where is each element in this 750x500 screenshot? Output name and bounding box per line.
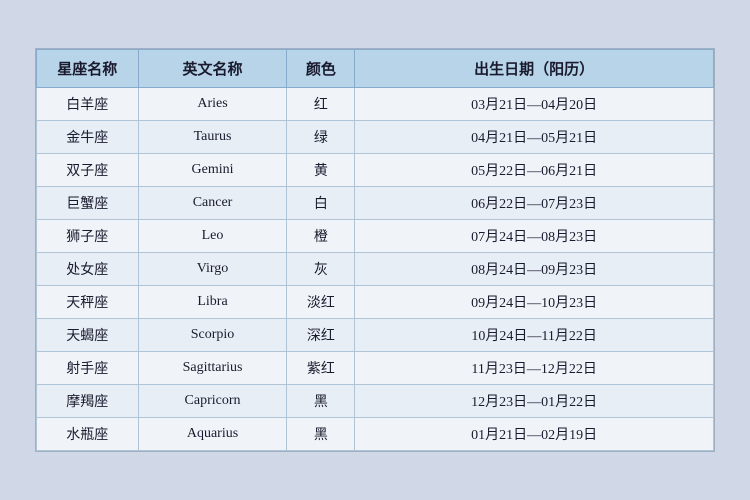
- cell-color: 紫红: [287, 352, 355, 385]
- cell-color: 白: [287, 187, 355, 220]
- cell-color: 淡红: [287, 286, 355, 319]
- table-row: 金牛座Taurus绿04月21日—05月21日: [37, 121, 714, 154]
- cell-english: Cancer: [138, 187, 287, 220]
- cell-english: Sagittarius: [138, 352, 287, 385]
- cell-date: 09月24日—10月23日: [355, 286, 714, 319]
- cell-color: 灰: [287, 253, 355, 286]
- cell-date: 05月22日—06月21日: [355, 154, 714, 187]
- cell-color: 绿: [287, 121, 355, 154]
- cell-chinese: 水瓶座: [37, 418, 139, 451]
- cell-date: 04月21日—05月21日: [355, 121, 714, 154]
- cell-date: 08月24日—09月23日: [355, 253, 714, 286]
- table-row: 双子座Gemini黄05月22日—06月21日: [37, 154, 714, 187]
- cell-color: 红: [287, 88, 355, 121]
- cell-chinese: 狮子座: [37, 220, 139, 253]
- table-row: 狮子座Leo橙07月24日—08月23日: [37, 220, 714, 253]
- cell-chinese: 摩羯座: [37, 385, 139, 418]
- cell-chinese: 双子座: [37, 154, 139, 187]
- table-row: 天秤座Libra淡红09月24日—10月23日: [37, 286, 714, 319]
- cell-english: Virgo: [138, 253, 287, 286]
- table-row: 水瓶座Aquarius黑01月21日—02月19日: [37, 418, 714, 451]
- table-row: 射手座Sagittarius紫红11月23日—12月22日: [37, 352, 714, 385]
- cell-english: Aries: [138, 88, 287, 121]
- cell-english: Scorpio: [138, 319, 287, 352]
- cell-chinese: 白羊座: [37, 88, 139, 121]
- table-row: 摩羯座Capricorn黑12月23日—01月22日: [37, 385, 714, 418]
- cell-english: Capricorn: [138, 385, 287, 418]
- cell-color: 黑: [287, 385, 355, 418]
- cell-date: 06月22日—07月23日: [355, 187, 714, 220]
- cell-color: 深红: [287, 319, 355, 352]
- cell-date: 12月23日—01月22日: [355, 385, 714, 418]
- table-row: 处女座Virgo灰08月24日—09月23日: [37, 253, 714, 286]
- header-date: 出生日期（阳历）: [355, 50, 714, 88]
- table-row: 巨蟹座Cancer白06月22日—07月23日: [37, 187, 714, 220]
- header-english: 英文名称: [138, 50, 287, 88]
- cell-chinese: 金牛座: [37, 121, 139, 154]
- zodiac-table: 星座名称 英文名称 颜色 出生日期（阳历） 白羊座Aries红03月21日—04…: [36, 49, 714, 451]
- cell-color: 黑: [287, 418, 355, 451]
- cell-chinese: 巨蟹座: [37, 187, 139, 220]
- cell-english: Taurus: [138, 121, 287, 154]
- header-chinese: 星座名称: [37, 50, 139, 88]
- cell-english: Leo: [138, 220, 287, 253]
- cell-date: 10月24日—11月22日: [355, 319, 714, 352]
- cell-chinese: 天蝎座: [37, 319, 139, 352]
- table-row: 白羊座Aries红03月21日—04月20日: [37, 88, 714, 121]
- cell-date: 11月23日—12月22日: [355, 352, 714, 385]
- cell-chinese: 处女座: [37, 253, 139, 286]
- cell-color: 黄: [287, 154, 355, 187]
- cell-english: Aquarius: [138, 418, 287, 451]
- cell-chinese: 射手座: [37, 352, 139, 385]
- cell-date: 03月21日—04月20日: [355, 88, 714, 121]
- cell-date: 07月24日—08月23日: [355, 220, 714, 253]
- cell-date: 01月21日—02月19日: [355, 418, 714, 451]
- cell-english: Gemini: [138, 154, 287, 187]
- cell-chinese: 天秤座: [37, 286, 139, 319]
- zodiac-table-container: 星座名称 英文名称 颜色 出生日期（阳历） 白羊座Aries红03月21日—04…: [35, 48, 715, 452]
- header-color: 颜色: [287, 50, 355, 88]
- table-row: 天蝎座Scorpio深红10月24日—11月22日: [37, 319, 714, 352]
- cell-english: Libra: [138, 286, 287, 319]
- cell-color: 橙: [287, 220, 355, 253]
- table-header-row: 星座名称 英文名称 颜色 出生日期（阳历）: [37, 50, 714, 88]
